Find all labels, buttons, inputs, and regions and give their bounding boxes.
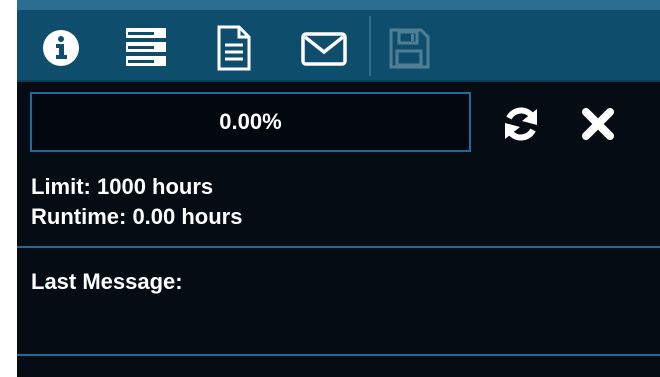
refresh-icon[interactable] (501, 104, 541, 144)
document-icon[interactable] (210, 24, 258, 72)
divider (17, 354, 660, 356)
limit-text: Limit: 1000 hours (31, 174, 214, 199)
job-status-panel: 0.00% Limit: 1000 hours Runtime: 0.00 ho… (17, 0, 660, 377)
toolbar-separator (369, 16, 371, 76)
last-message-label: Last Message: (31, 269, 183, 294)
info-icon[interactable] (37, 24, 85, 72)
progress-percentage: 0.00% (219, 109, 282, 134)
close-icon[interactable] (578, 104, 618, 144)
progress-bar: 0.00% (30, 92, 471, 152)
toolbar (17, 0, 660, 82)
divider (17, 246, 660, 248)
save-icon[interactable] (385, 24, 433, 72)
server-icon[interactable] (122, 24, 170, 72)
envelope-icon[interactable] (300, 24, 348, 72)
runtime-text: Runtime: 0.00 hours (31, 204, 243, 229)
